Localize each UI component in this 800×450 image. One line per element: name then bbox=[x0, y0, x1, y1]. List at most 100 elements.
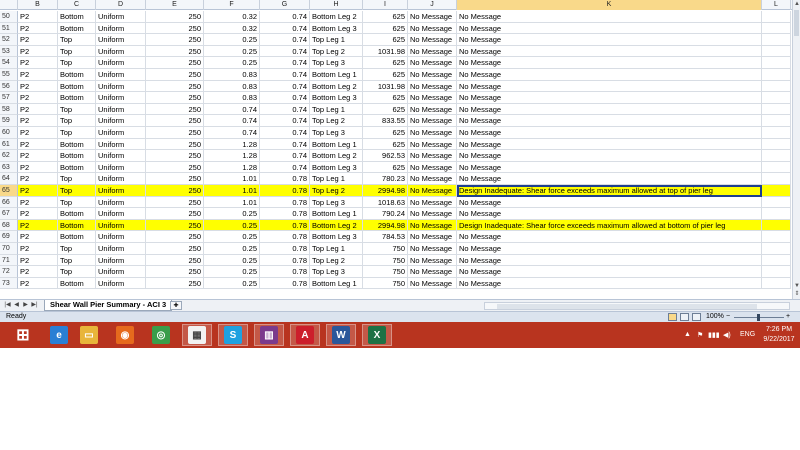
cell-c[interactable]: Bottom bbox=[58, 161, 96, 174]
cell-i[interactable]: 625 bbox=[363, 138, 408, 151]
cell-e[interactable]: 250 bbox=[146, 115, 204, 127]
cell-i[interactable]: 1018.63 bbox=[363, 196, 408, 209]
cell-i[interactable]: 750 bbox=[363, 277, 408, 290]
cell-k[interactable]: No Message bbox=[457, 103, 762, 116]
cell-f[interactable]: 0.83 bbox=[204, 92, 260, 104]
cell-k[interactable]: No Message bbox=[457, 11, 762, 23]
cell-h[interactable]: Bottom Leg 3 bbox=[310, 92, 363, 104]
cell-c[interactable]: Top bbox=[58, 196, 96, 209]
cell-b[interactable]: P2 bbox=[18, 196, 58, 209]
cell-j[interactable]: No Message bbox=[408, 92, 457, 104]
cell-g[interactable]: 0.78 bbox=[260, 254, 310, 267]
cell-d[interactable]: Uniform bbox=[96, 208, 146, 220]
cell-e[interactable]: 250 bbox=[146, 185, 204, 197]
cell-e[interactable]: 250 bbox=[146, 57, 204, 69]
cell-c[interactable]: Bottom bbox=[58, 150, 96, 162]
scroll-up-icon[interactable]: ▲ bbox=[793, 0, 800, 8]
cell-f[interactable]: 0.83 bbox=[204, 80, 260, 93]
spreadsheet-grid[interactable]: BCDEFGHIJKL 50 P2 Bottom Uniform 250 0.32 0.74… bbox=[0, 0, 800, 299]
show-hidden-icons-icon[interactable]: ▲ bbox=[684, 331, 691, 338]
word-taskbar-button[interactable]: W bbox=[326, 324, 356, 346]
cell-g[interactable]: 0.74 bbox=[260, 69, 310, 81]
cell-b[interactable]: P2 bbox=[18, 161, 58, 174]
column-header-c[interactable]: C bbox=[58, 0, 96, 10]
row-number[interactable]: 64 bbox=[0, 173, 18, 185]
cell-k[interactable]: No Message bbox=[457, 138, 762, 151]
cell-d[interactable]: Uniform bbox=[96, 69, 146, 81]
cell-g[interactable]: 0.74 bbox=[260, 57, 310, 69]
cell-b[interactable]: P2 bbox=[18, 115, 58, 127]
cell-b[interactable]: P2 bbox=[18, 243, 58, 255]
cell-c[interactable]: Bottom bbox=[58, 219, 96, 232]
cell-b[interactable]: P2 bbox=[18, 277, 58, 290]
cell-f[interactable]: 0.25 bbox=[204, 57, 260, 69]
zoom-slider-knob[interactable] bbox=[757, 314, 760, 321]
cell-f[interactable]: 0.25 bbox=[204, 266, 260, 278]
select-all-corner[interactable] bbox=[0, 0, 18, 10]
cell-e[interactable]: 250 bbox=[146, 11, 204, 23]
cell-i[interactable]: 625 bbox=[363, 69, 408, 81]
row-number[interactable]: 59 bbox=[0, 115, 18, 127]
row-number[interactable]: 52 bbox=[0, 34, 18, 46]
column-header-k[interactable]: K bbox=[457, 0, 762, 10]
cell-i[interactable]: 2994.98 bbox=[363, 219, 408, 232]
cell-l[interactable] bbox=[762, 34, 791, 46]
row-number[interactable]: 54 bbox=[0, 57, 18, 69]
cell-h[interactable]: Top Leg 3 bbox=[310, 266, 363, 278]
cell-g[interactable]: 0.74 bbox=[260, 161, 310, 174]
zoom-in-button[interactable]: + bbox=[786, 312, 790, 322]
cell-k[interactable]: No Message bbox=[457, 231, 762, 243]
cell-d[interactable]: Uniform bbox=[96, 115, 146, 127]
cell-l[interactable] bbox=[762, 127, 791, 139]
cell-l[interactable] bbox=[762, 69, 791, 81]
cell-k[interactable]: No Message bbox=[457, 92, 762, 104]
cell-e[interactable]: 250 bbox=[146, 103, 204, 116]
cell-h[interactable]: Top Leg 1 bbox=[310, 103, 363, 116]
row-number[interactable]: 56 bbox=[0, 80, 18, 93]
cell-f[interactable]: 0.83 bbox=[204, 69, 260, 81]
cell-d[interactable]: Uniform bbox=[96, 34, 146, 46]
column-header-j[interactable]: J bbox=[408, 0, 457, 10]
cell-c[interactable]: Bottom bbox=[58, 22, 96, 35]
cell-b[interactable]: P2 bbox=[18, 57, 58, 69]
cell-d[interactable]: Uniform bbox=[96, 266, 146, 278]
cell-e[interactable]: 250 bbox=[146, 127, 204, 139]
cell-f[interactable]: 1.01 bbox=[204, 185, 260, 197]
cell-k[interactable]: No Message bbox=[457, 196, 762, 209]
cell-d[interactable]: Uniform bbox=[96, 231, 146, 243]
cell-g[interactable]: 0.74 bbox=[260, 138, 310, 151]
cell-h[interactable]: Bottom Leg 1 bbox=[310, 208, 363, 220]
cell-h[interactable]: Bottom Leg 2 bbox=[310, 11, 363, 23]
cell-f[interactable]: 0.25 bbox=[204, 219, 260, 232]
cell-g[interactable]: 0.74 bbox=[260, 22, 310, 35]
cell-b[interactable]: P2 bbox=[18, 173, 58, 185]
horizontal-scrollbar[interactable] bbox=[484, 302, 790, 310]
cell-j[interactable]: No Message bbox=[408, 115, 457, 127]
cell-d[interactable]: Uniform bbox=[96, 150, 146, 162]
cell-h[interactable]: Bottom Leg 2 bbox=[310, 219, 363, 232]
cell-d[interactable]: Uniform bbox=[96, 254, 146, 267]
cell-j[interactable]: No Message bbox=[408, 266, 457, 278]
page-break-view-icon[interactable] bbox=[692, 313, 701, 321]
row-number[interactable]: 60 bbox=[0, 127, 18, 139]
calendar-app-taskbar-button[interactable]: ▦ bbox=[182, 324, 212, 346]
row-number[interactable]: 58 bbox=[0, 103, 18, 116]
cell-e[interactable]: 250 bbox=[146, 161, 204, 174]
cell-c[interactable]: Bottom bbox=[58, 69, 96, 81]
cell-l[interactable] bbox=[762, 208, 791, 220]
internet-explorer-taskbar-button[interactable]: e bbox=[44, 324, 74, 346]
cell-j[interactable]: No Message bbox=[408, 231, 457, 243]
cell-f[interactable]: 0.25 bbox=[204, 254, 260, 267]
sheet-tab-active[interactable]: Shear Wall Pier Summary - ACI 3 bbox=[44, 300, 173, 311]
cell-i[interactable]: 833.55 bbox=[363, 115, 408, 127]
prev-sheet-icon[interactable]: ◀ bbox=[13, 301, 20, 310]
cell-j[interactable]: No Message bbox=[408, 185, 457, 197]
column-header-e[interactable]: E bbox=[146, 0, 204, 10]
row-number[interactable]: 51 bbox=[0, 22, 18, 35]
cell-f[interactable]: 0.25 bbox=[204, 45, 260, 58]
cell-j[interactable]: No Message bbox=[408, 34, 457, 46]
cell-l[interactable] bbox=[762, 45, 791, 58]
cell-d[interactable]: Uniform bbox=[96, 127, 146, 139]
horizontal-scroll-thumb[interactable] bbox=[497, 304, 757, 309]
cell-g[interactable]: 0.78 bbox=[260, 243, 310, 255]
